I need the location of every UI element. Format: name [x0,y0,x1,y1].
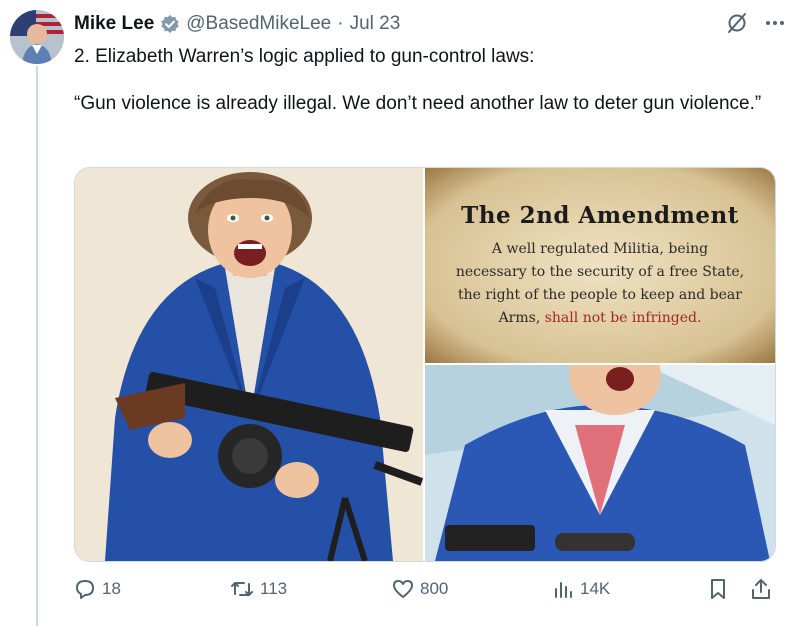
reply-button[interactable]: 18 [74,578,121,600]
tweet-line-1: 2. Elizabeth Warren’s logic applied to g… [74,46,535,67]
views-count: 14K [580,579,611,598]
more-icon[interactable] [764,12,786,34]
image-warren-shouting[interactable] [425,365,775,561]
amendment-line-4: Arms, shall not be infringed. [425,307,775,330]
repost-icon [230,578,254,600]
tweet-actions: 18 113 800 14K [74,578,774,606]
image-second-amendment[interactable]: The 2nd Amendment A well regulated Milit… [425,168,775,363]
views-button[interactable]: 14K [552,578,610,600]
grok-icon[interactable] [726,12,748,34]
share-icon [750,578,772,600]
repost-button[interactable]: 113 [230,578,287,600]
like-count: 800 [420,579,449,598]
share-button[interactable] [750,578,772,600]
tweet-text: 2. Elizabeth Warren’s logic applied to g… [74,44,774,116]
amendment-line-4-start: Arms, [498,310,545,326]
image-warren-with-gun[interactable] [75,168,423,561]
amendment-lines: A well regulated Militia, being necessar… [425,238,775,330]
tweet-header: Mike Lee @BasedMikeLee · Jul 23 [74,12,400,36]
like-button[interactable]: 800 [392,578,448,600]
verified-badge-icon [160,14,180,34]
amendment-title: The 2nd Amendment [461,202,739,229]
thread-line [36,66,38,626]
tweet-line-2: “Gun violence is already illegal. We don… [74,93,762,114]
amendment-emphasis: shall not be infringed. [544,310,702,326]
reply-count: 18 [102,579,121,598]
bookmark-icon [708,578,728,600]
amendment-line-2: necessary to the security of a free Stat… [455,264,745,280]
author-handle[interactable]: @BasedMikeLee [186,13,331,35]
amendment-line-1: A well regulated Militia, being [491,241,709,257]
tweet-date[interactable]: Jul 23 [350,13,401,35]
author-name[interactable]: Mike Lee [74,13,154,35]
views-icon [552,578,574,600]
amendment-line-3: the right of the people to keep and bear [458,287,742,303]
repost-count: 113 [260,579,288,598]
avatar[interactable] [10,10,64,64]
separator-dot: · [337,13,344,34]
media-grid: The 2nd Amendment A well regulated Milit… [74,167,776,562]
amendment-text-block: The 2nd Amendment A well regulated Milit… [425,168,775,363]
reply-icon [74,578,96,600]
like-icon [392,578,414,600]
top-right-icons [726,12,786,34]
bookmark-button[interactable] [708,578,728,600]
